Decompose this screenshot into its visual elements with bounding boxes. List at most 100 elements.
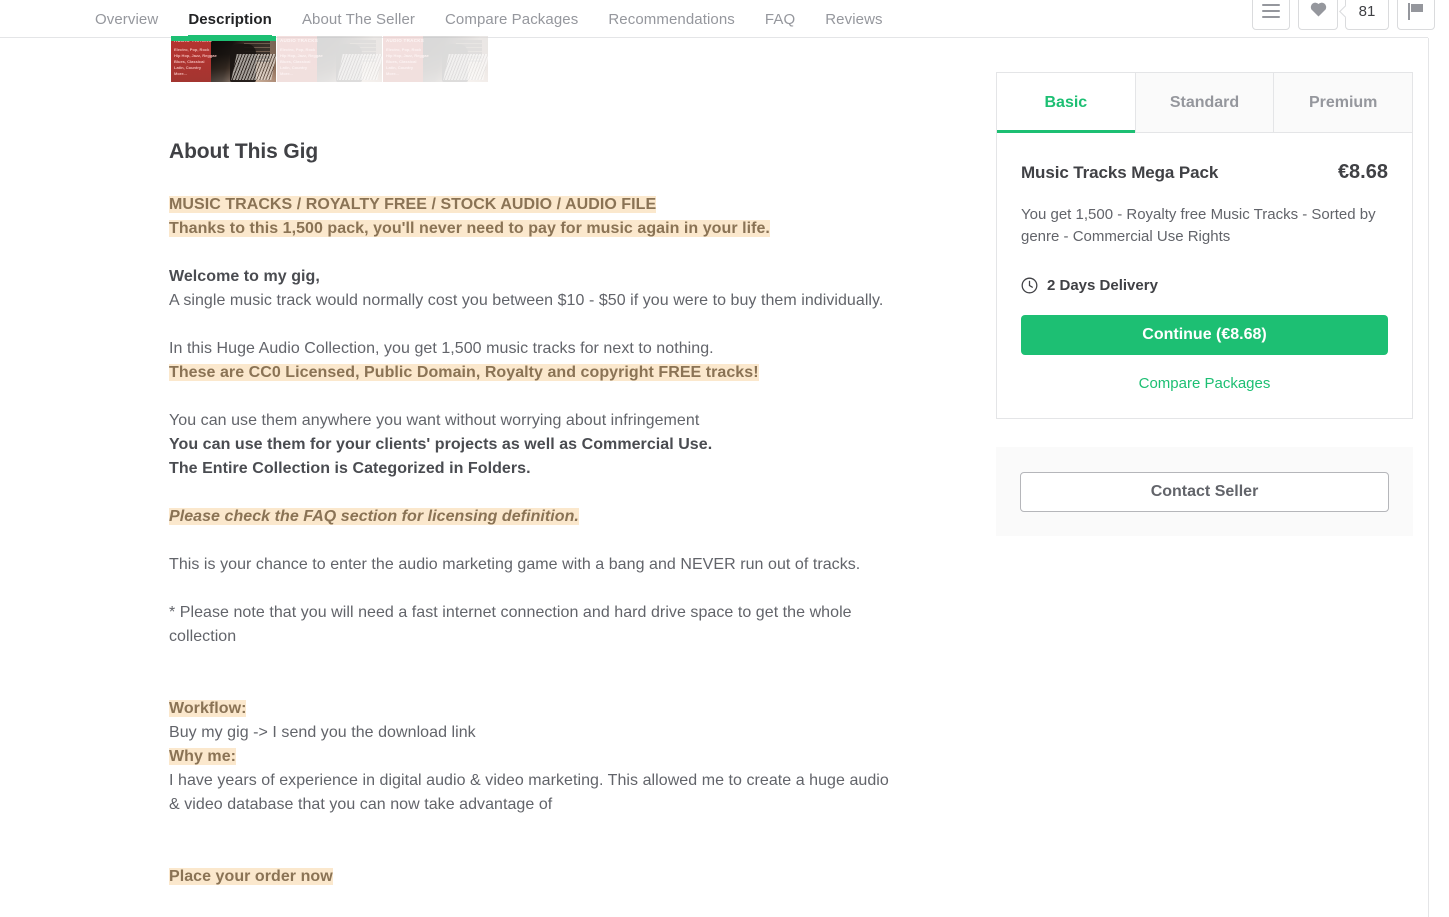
contact-seller-panel: Contact Seller bbox=[996, 447, 1413, 536]
gallery-thumbnail-image: AUDIO TRACKS Electro, Pop, RockHip Hop, … bbox=[277, 36, 382, 82]
description-line: Place your order now bbox=[169, 865, 889, 889]
thumbnail-genres: Electro, Pop, Rock Hip Hop, Jazz, Reggae B… bbox=[386, 47, 429, 76]
gallery-thumbnail[interactable]: AUDIO TRACKS Electro, Pop, RockHip Hop, … bbox=[171, 36, 276, 82]
thumbnail-piano bbox=[443, 54, 488, 80]
description-line: You can use them anywhere you want witho… bbox=[169, 412, 700, 429]
package-tab-list: Basic Standard Premium bbox=[997, 73, 1413, 133]
nav-tab-compare-packages[interactable]: Compare Packages bbox=[430, 0, 593, 38]
welcome-line: Welcome to my gig, bbox=[169, 268, 320, 285]
package-name: Music Tracks Mega Pack bbox=[1021, 163, 1219, 182]
thumbnail-genres: Electro, Pop, Rock Hip Hop, Jazz, Reggae B… bbox=[174, 47, 217, 76]
highlight-headline-2: Thanks to this 1,500 pack, you'll never … bbox=[169, 220, 770, 237]
thumbnail-badge: AUDIO TRACKS bbox=[280, 38, 319, 43]
nav-tab-list: Overview Description About The Seller Co… bbox=[90, 0, 898, 39]
continue-button[interactable]: Continue (€8.68) bbox=[1021, 315, 1388, 355]
folders-line: The Entire Collection is Categorized in … bbox=[169, 460, 531, 477]
description-line: A single music track would normally cost… bbox=[169, 292, 884, 309]
tab-basic[interactable]: Basic bbox=[997, 73, 1136, 133]
thumbnail-label-panel: AUDIO TRACKS Electro, Pop, RockHip Hop, … bbox=[277, 36, 323, 82]
gig-description-body: MUSIC TRACKS / ROYALTY FREE / STOCK AUDI… bbox=[169, 193, 889, 889]
nav-tab-label: Description bbox=[188, 10, 272, 28]
gallery-thumbnail-active-indicator bbox=[171, 36, 276, 41]
nav-tab-label: Recommendations bbox=[608, 10, 735, 28]
page-title: About This Gig bbox=[169, 140, 319, 163]
thumbnail-shelf bbox=[350, 40, 376, 62]
thumbnail-genres: Electro, Pop, Rock Hip Hop, Jazz, Reggae B… bbox=[280, 47, 323, 76]
nav-tab-label: Compare Packages bbox=[445, 10, 579, 28]
list-icon-button[interactable] bbox=[1252, 0, 1290, 30]
nav-tab-recommendations[interactable]: Recommendations bbox=[593, 0, 750, 38]
faq-note: Please check the FAQ section for licensi… bbox=[169, 508, 579, 525]
nav-tab-reviews[interactable]: Reviews bbox=[810, 0, 897, 38]
description-line: Buy my gig -> I send you the download li… bbox=[169, 724, 476, 741]
favorite-button[interactable] bbox=[1298, 0, 1338, 30]
heart-icon bbox=[1309, 0, 1328, 22]
clock-icon bbox=[1021, 277, 1038, 294]
description-line: The Entire Collection is Categorized in … bbox=[169, 457, 889, 481]
highlight-headline-1: MUSIC TRACKS / ROYALTY FREE / STOCK AUDI… bbox=[169, 196, 657, 213]
gallery-thumbnail[interactable]: AUDIO TRACKS Electro, Pop, RockHip Hop, … bbox=[277, 36, 382, 82]
description-line: I have years of experience in digital au… bbox=[169, 772, 889, 813]
package-tab-label: Premium bbox=[1308, 93, 1378, 111]
description-line: MUSIC TRACKS / ROYALTY FREE / STOCK AUDI… bbox=[169, 193, 889, 217]
tab-premium[interactable]: Premium bbox=[1274, 73, 1413, 132]
tab-standard[interactable]: Standard bbox=[1135, 73, 1275, 132]
thumbnail-chair bbox=[336, 44, 363, 82]
gig-section-navbar: Overview Description About The Seller Co… bbox=[0, 0, 1428, 39]
thumbnail-shelf bbox=[456, 40, 482, 62]
nav-tab-about-the-seller[interactable]: About The Seller bbox=[287, 0, 430, 38]
thumbnail-photo bbox=[316, 36, 382, 82]
favorite-group: 81 bbox=[1298, 0, 1389, 30]
cc0-license-line: These are CC0 Licensed, Public Domain, R… bbox=[169, 364, 759, 381]
gig-page: Overview Description About The Seller Co… bbox=[0, 0, 1449, 917]
report-button[interactable] bbox=[1397, 0, 1435, 30]
description-line: Please check the FAQ section for licensi… bbox=[169, 505, 889, 529]
package-description: You get 1,500 - Royalty free Music Track… bbox=[1021, 206, 1376, 245]
description-line: Workflow: bbox=[169, 697, 889, 721]
nav-tab-label: Overview bbox=[95, 10, 159, 28]
package-header-row: Music Tracks Mega Pack €8.68 bbox=[1021, 161, 1388, 184]
nav-tab-label: About The Seller bbox=[301, 10, 415, 28]
gallery-thumbnail-image: AUDIO TRACKS Electro, Pop, RockHip Hop, … bbox=[171, 36, 276, 82]
favorite-count-badge: 81 bbox=[1345, 0, 1389, 30]
package-tab-label: Standard bbox=[1169, 93, 1240, 111]
package-tab-label: Basic bbox=[1044, 93, 1088, 111]
thumbnail-chair bbox=[442, 44, 469, 82]
description-line: You can use them for your clients' proje… bbox=[169, 433, 889, 457]
favorite-count-value: 81 bbox=[1358, 2, 1376, 20]
order-now-label: Place your order now bbox=[169, 868, 333, 885]
package-price: €8.68 bbox=[1337, 161, 1388, 183]
nav-tab-label: Reviews bbox=[825, 10, 883, 28]
thumbnail-photo bbox=[210, 36, 276, 82]
description-line: In this Huge Audio Collection, you get 1… bbox=[169, 340, 714, 357]
description-line: Welcome to my gig, bbox=[169, 265, 889, 289]
page-right-divider bbox=[1428, 38, 1429, 917]
gallery-thumbnail-strip: AUDIO TRACKS Electro, Pop, RockHip Hop, … bbox=[171, 36, 488, 82]
package-delivery-time: 2 Days Delivery bbox=[1047, 277, 1158, 294]
package-delivery-row: 2 Days Delivery bbox=[1021, 277, 1388, 294]
list-icon bbox=[1262, 4, 1280, 18]
nav-tab-overview[interactable]: Overview bbox=[90, 0, 173, 38]
thumbnail-piano bbox=[231, 54, 276, 80]
nav-tab-description[interactable]: Description bbox=[173, 0, 287, 39]
workflow-label: Workflow: bbox=[169, 700, 247, 717]
compare-packages-link[interactable]: Compare Packages bbox=[1021, 375, 1388, 392]
thumbnail-photo bbox=[422, 36, 488, 82]
contact-seller-button[interactable]: Contact Seller bbox=[1020, 471, 1389, 512]
description-line: Thanks to this 1,500 pack, you'll never … bbox=[169, 217, 889, 241]
gallery-thumbnail-image: AUDIO TRACKS Electro, Pop, RockHip Hop, … bbox=[383, 36, 488, 82]
gig-description-section: About This Gig MUSIC TRACKS / ROYALTY FR… bbox=[169, 140, 889, 889]
description-line: Why me: bbox=[169, 745, 889, 769]
gallery-thumbnail[interactable]: AUDIO TRACKS Electro, Pop, RockHip Hop, … bbox=[383, 36, 488, 82]
nav-tab-faq[interactable]: FAQ bbox=[750, 0, 810, 38]
package-body: Music Tracks Mega Pack €8.68 You get 1,5… bbox=[997, 133, 1412, 418]
description-line: * Please note that you will need a fast … bbox=[169, 604, 852, 645]
